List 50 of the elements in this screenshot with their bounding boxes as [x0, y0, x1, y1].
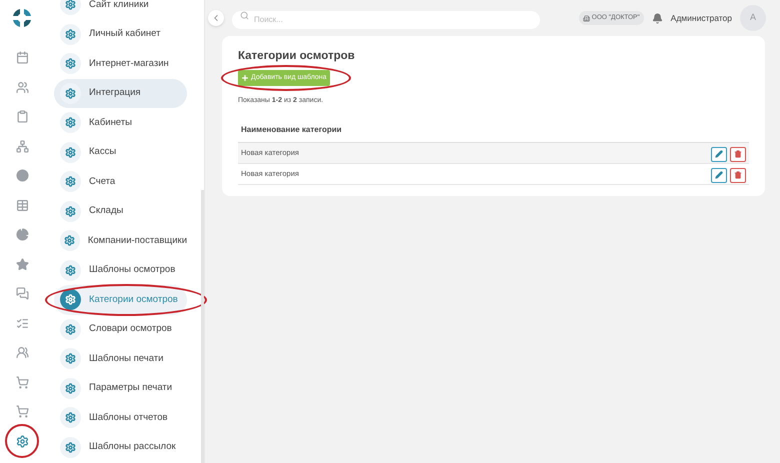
submenu-item[interactable]: Шаблоны отчетов [54, 403, 187, 432]
gear-icon [60, 230, 80, 252]
gear-icon [60, 318, 81, 340]
gear-icon [60, 289, 81, 310]
gear-icon [60, 348, 81, 370]
delete-button[interactable] [730, 146, 746, 162]
gear-icon [60, 53, 81, 74]
submenu-item[interactable]: Шаблоны рассылок [54, 432, 187, 462]
gear-icon [60, 378, 81, 399]
gear-icon [60, 200, 81, 222]
submenu-item[interactable]: Словари осмотров [54, 314, 187, 344]
gear-icon [60, 260, 81, 281]
submenu-item[interactable]: Параметры печати [54, 374, 187, 403]
submenu-item[interactable]: Счета [54, 167, 187, 196]
submenu-item[interactable]: Шаблоны осмотров [54, 256, 187, 285]
bell-icon[interactable] [652, 12, 663, 24]
submenu-item[interactable]: Интеграция [54, 78, 187, 108]
column-header: Наименование категории [241, 124, 342, 136]
gear-icon [60, 142, 81, 163]
trash-icon [734, 150, 742, 158]
gear-icon [60, 436, 81, 458]
collapse-button[interactable] [208, 10, 224, 26]
submenu-item[interactable]: Кассы [54, 138, 187, 167]
edit-button[interactable] [711, 168, 727, 183]
highlight-ellipse [5, 424, 39, 458]
building-icon [582, 14, 590, 22]
gear-icon [60, 82, 81, 104]
submenu-item[interactable]: Кабинеты [54, 108, 187, 138]
gear-icon [60, 112, 81, 134]
submenu-item[interactable]: Личный кабинет [54, 20, 187, 49]
page-title: Категории осмотров [238, 49, 356, 64]
gear-icon [60, 171, 81, 192]
submenu-item[interactable]: Компании-поставщики [54, 226, 187, 256]
user-name[interactable]: Администратор [670, 12, 732, 24]
submenu-item[interactable]: Склады [54, 196, 187, 226]
gear-icon [60, 407, 81, 428]
plus-icon [241, 74, 249, 82]
pencil-icon [715, 171, 723, 180]
submenu-item[interactable]: Шаблоны печати [54, 344, 187, 374]
gear-icon [60, 0, 81, 16]
logo-icon [10, 6, 34, 30]
gear-icon [60, 24, 81, 45]
submenu-item[interactable]: Интернет-магазин [54, 49, 187, 78]
edit-button[interactable] [711, 146, 727, 162]
search-icon [240, 10, 249, 20]
trash-icon [734, 171, 742, 180]
search-field[interactable]: Поиск... [232, 10, 540, 28]
pencil-icon [715, 150, 723, 158]
submenu-item[interactable]: Категории осмотров [54, 285, 187, 314]
delete-button[interactable] [730, 168, 746, 183]
